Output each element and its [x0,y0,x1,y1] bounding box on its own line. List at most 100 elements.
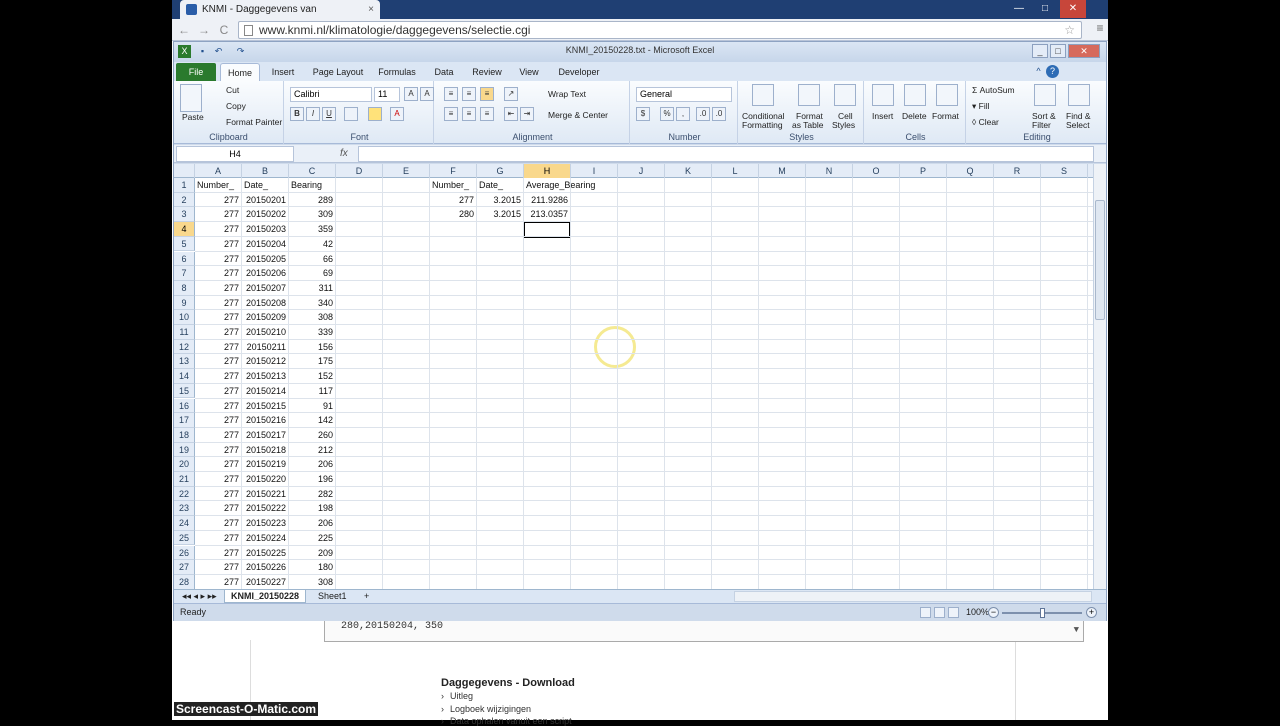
column-header-i[interactable]: I [571,164,618,178]
format-table-label-2[interactable]: as Table [792,120,824,130]
column-header-p[interactable]: P [900,164,947,178]
find-select-icon[interactable] [1068,84,1090,106]
minimize-button[interactable]: — [1006,0,1032,18]
help-icon[interactable]: ? [1046,65,1059,78]
comma-button[interactable]: , [676,107,690,121]
number-format-combo[interactable]: General [636,87,732,102]
data-cell-number[interactable]: 277 [195,296,242,310]
row-header-6[interactable]: 6 [174,252,195,267]
reload-button[interactable]: C [216,22,232,38]
data-cell-date[interactable]: 20150227 [242,575,289,589]
summary-cell-date[interactable]: 3.2015 [477,193,524,207]
vertical-scrollbar[interactable] [1093,164,1106,589]
data-cell-number[interactable]: 277 [195,310,242,324]
column-header-s[interactable]: S [1041,164,1088,178]
zoom-out-icon[interactable]: − [988,607,999,618]
row-header-13[interactable]: 13 [174,354,195,369]
increase-indent-icon[interactable]: ⇥ [520,107,534,121]
data-cell-date[interactable]: 20150211 [242,340,289,354]
link-logboek[interactable]: Logboek wijzigingen [441,704,531,714]
data-cell-date[interactable]: 20150223 [242,516,289,530]
row-header-24[interactable]: 24 [174,516,195,531]
font-name-combo[interactable]: Calibri [290,87,372,102]
summary-cell-average[interactable]: 213.0357 [524,207,571,221]
autosum-button[interactable]: Σ AutoSum [972,85,1015,95]
sheet-tab-sheet1[interactable]: Sheet1 [312,590,353,603]
data-cell-date[interactable]: 20150209 [242,310,289,324]
tab-formulas[interactable]: Formulas [374,63,420,81]
column-header-j[interactable]: J [618,164,665,178]
data-cell-bearing[interactable]: 180 [289,560,336,574]
data-cell-bearing[interactable]: 209 [289,546,336,560]
data-cell-bearing[interactable]: 196 [289,472,336,486]
data-cell-number[interactable]: 277 [195,428,242,442]
data-cell-number[interactable]: 277 [195,560,242,574]
tab-data[interactable]: Data [428,63,460,81]
column-header-c[interactable]: C [289,164,336,178]
summary-cell-date[interactable]: 3.2015 [477,207,524,221]
data-cell-date[interactable]: 20150205 [242,252,289,266]
row-header-12[interactable]: 12 [174,340,195,355]
data-cell-bearing[interactable]: 309 [289,207,336,221]
formula-input[interactable] [358,146,1094,162]
horizontal-scrollbar[interactable] [734,591,1092,602]
row-header-23[interactable]: 23 [174,501,195,516]
data-cell-date[interactable]: 20150216 [242,413,289,427]
data-cell-number[interactable]: 277 [195,340,242,354]
align-middle-icon[interactable]: ≡ [462,87,476,101]
data-cell-date[interactable]: 20150214 [242,384,289,398]
minimize-ribbon-icon[interactable]: ^ [1032,65,1045,78]
data-cell-bearing[interactable]: 340 [289,296,336,310]
format-painter-button[interactable]: Format Painter [226,117,282,127]
zoom-level[interactable]: 100% [966,607,989,617]
excel-close-button[interactable]: ✕ [1068,44,1100,58]
zoom-slider-knob[interactable] [1040,608,1045,618]
data-cell-bearing[interactable]: 359 [289,222,336,236]
data-cell-date[interactable]: 20150225 [242,546,289,560]
data-cell-number[interactable]: 277 [195,413,242,427]
data-cell-number[interactable]: 277 [195,207,242,221]
close-window-button[interactable]: ✕ [1060,0,1086,18]
sort-filter-icon[interactable] [1034,84,1056,106]
data-cell-number[interactable]: 277 [195,354,242,368]
bookmark-star-icon[interactable]: ☆ [1064,22,1075,38]
tab-file[interactable]: File [176,63,216,81]
data-cell-bearing[interactable]: 282 [289,487,336,501]
data-cell-date[interactable]: 20150201 [242,193,289,207]
header-cell-h1[interactable]: Average_Bearing [526,178,620,192]
data-cell-date[interactable]: 20150217 [242,428,289,442]
sheet-tab-knmi[interactable]: KNMI_20150228 [224,590,306,603]
data-cell-bearing[interactable]: 175 [289,354,336,368]
row-header-26[interactable]: 26 [174,546,195,561]
data-cell-date[interactable]: 20150206 [242,266,289,280]
borders-icon[interactable] [344,107,358,121]
conditional-label-2[interactable]: Formatting [742,120,783,130]
copy-button[interactable]: Copy [226,101,246,111]
data-cell-bearing[interactable]: 198 [289,501,336,515]
align-center-icon[interactable]: ≡ [462,107,476,121]
row-header-3[interactable]: 3 [174,207,195,222]
back-button[interactable]: ← [176,22,192,38]
forward-button[interactable]: → [196,22,212,38]
name-box[interactable]: H4 [176,146,294,162]
menu-icon[interactable]: ≡ [1092,21,1108,35]
align-right-icon[interactable]: ≡ [480,107,494,121]
column-header-o[interactable]: O [853,164,900,178]
conditional-formatting-icon[interactable] [752,84,774,106]
paste-button[interactable]: Paste [182,112,204,122]
data-cell-bearing[interactable]: 311 [289,281,336,295]
align-bottom-icon[interactable]: ≡ [480,87,494,101]
tab-view[interactable]: View [514,63,544,81]
maximize-button[interactable]: □ [1032,0,1058,18]
data-cell-bearing[interactable]: 308 [289,310,336,324]
row-header-20[interactable]: 20 [174,457,195,472]
delete-cells-button[interactable]: Delete [902,111,927,121]
summary-cell-number[interactable]: 280 [430,207,477,221]
header-cell-c1[interactable]: Bearing [291,178,385,192]
format-as-table-icon[interactable] [798,84,820,106]
tab-developer[interactable]: Developer [554,63,604,81]
percent-button[interactable]: % [660,107,674,121]
data-cell-number[interactable]: 277 [195,399,242,413]
column-header-n[interactable]: N [806,164,853,178]
data-cell-number[interactable]: 277 [195,266,242,280]
